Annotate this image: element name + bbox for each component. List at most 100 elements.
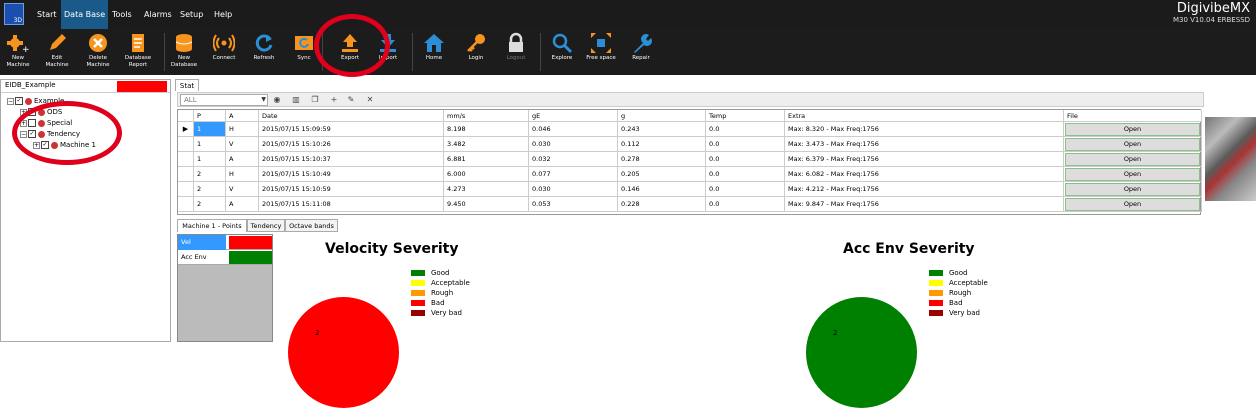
table-cell[interactable]: 0.077: [529, 167, 618, 182]
table-cell[interactable]: 9.450: [444, 197, 529, 212]
menu-start[interactable]: Start: [34, 0, 60, 29]
close-icon[interactable]: ✕: [365, 95, 375, 105]
table-cell[interactable]: 2015/07/15 15:10:59: [259, 182, 444, 197]
table-cell[interactable]: 8.198: [444, 122, 529, 137]
table-row[interactable]: ▶ 1 H 2015/07/15 15:09:59 8.198 0.046 0.243 0.0…: [178, 122, 1202, 137]
table-cell[interactable]: 2: [194, 197, 226, 212]
table-cell[interactable]: 0.228: [618, 197, 706, 212]
open-file-button[interactable]: Open: [1065, 138, 1200, 151]
table-cell[interactable]: V: [226, 137, 259, 152]
view-icon[interactable]: ◉: [272, 95, 282, 105]
refresh-button[interactable]: Refresh: [248, 29, 280, 75]
column-header[interactable]: g: [618, 110, 706, 122]
table-row[interactable]: 2 H 2015/07/15 15:10:49 6.000 0.077 0.205 0.0 M…: [178, 167, 1202, 182]
table-cell[interactable]: 0.112: [618, 137, 706, 152]
menu-tools[interactable]: Tools: [109, 0, 135, 29]
list-item-vel[interactable]: Vel: [178, 235, 272, 250]
table-cell[interactable]: 0.205: [618, 167, 706, 182]
table-cell[interactable]: 2015/07/15 15:11:08: [259, 197, 444, 212]
new-machine-button[interactable]: + New Machine: [2, 29, 34, 75]
table-cell[interactable]: 0.0: [706, 152, 785, 167]
add-icon[interactable]: +: [329, 95, 339, 105]
chart-icon[interactable]: ▥: [291, 95, 301, 105]
login-button[interactable]: Login: [460, 29, 492, 75]
table-cell[interactable]: 6.000: [444, 167, 529, 182]
table-cell[interactable]: 0.0: [706, 137, 785, 152]
repair-button[interactable]: Repair: [625, 29, 657, 75]
row-selector[interactable]: [178, 197, 194, 212]
row-selector[interactable]: [178, 152, 194, 167]
table-cell[interactable]: 2015/07/15 15:10:37: [259, 152, 444, 167]
table-cell[interactable]: 0.030: [529, 182, 618, 197]
explore-button[interactable]: Explore: [546, 29, 578, 75]
table-cell[interactable]: 0.0: [706, 122, 785, 137]
table-cell[interactable]: 0.278: [618, 152, 706, 167]
table-cell[interactable]: 0.146: [618, 182, 706, 197]
row-selector[interactable]: [178, 167, 194, 182]
table-cell[interactable]: A: [226, 197, 259, 212]
column-header[interactable]: mm/s: [444, 110, 529, 122]
table-cell[interactable]: Max: 6.082 - Max Freq:1756: [785, 167, 1064, 182]
table-cell[interactable]: A: [226, 152, 259, 167]
current-row-indicator[interactable]: ▶: [178, 122, 194, 137]
open-file-button[interactable]: Open: [1065, 168, 1200, 181]
collapse-icon[interactable]: −: [7, 97, 14, 105]
column-header[interactable]: Temp: [706, 110, 785, 122]
new-database-button[interactable]: New Database: [168, 29, 200, 75]
table-cell[interactable]: 0.053: [529, 197, 618, 212]
table-cell[interactable]: Max: 9.847 - Max Freq:1756: [785, 197, 1064, 212]
table-row[interactable]: 1 V 2015/07/15 15:10:26 3.482 0.030 0.112 0.0 M…: [178, 137, 1202, 152]
column-header[interactable]: gE: [529, 110, 618, 122]
list-item-acc-env[interactable]: Acc Env: [178, 250, 272, 265]
menu-help[interactable]: Help: [211, 0, 235, 29]
tab-octave-bands[interactable]: Octave bands: [285, 219, 338, 232]
table-cell[interactable]: Max: 3.473 - Max Freq:1756: [785, 137, 1064, 152]
table-cell[interactable]: 4.273: [444, 182, 529, 197]
table-row[interactable]: 1 A 2015/07/15 15:10:37 6.881 0.032 0.278 0.0 M…: [178, 152, 1202, 167]
home-button[interactable]: Home: [418, 29, 450, 75]
table-cell[interactable]: 2015/07/15 15:09:59: [259, 122, 444, 137]
column-header[interactable]: File: [1064, 110, 1202, 122]
open-file-button[interactable]: Open: [1065, 123, 1200, 136]
free-space-button[interactable]: Free space: [584, 29, 618, 75]
connect-button[interactable]: Connect: [208, 29, 240, 75]
table-cell[interactable]: V: [226, 182, 259, 197]
table-cell[interactable]: 6.881: [444, 152, 529, 167]
menu-alarms[interactable]: Alarms: [141, 0, 175, 29]
edit-machine-button[interactable]: Edit Machine: [42, 29, 72, 75]
table-cell[interactable]: 3.482: [444, 137, 529, 152]
table-cell[interactable]: 1: [194, 137, 226, 152]
open-file-button[interactable]: Open: [1065, 153, 1200, 166]
database-report-button[interactable]: Database Report: [120, 29, 156, 75]
table-cell[interactable]: 2: [194, 182, 226, 197]
edit-row-icon[interactable]: ✎: [346, 95, 356, 105]
tab-stat[interactable]: Stat: [175, 79, 199, 91]
table-cell[interactable]: 1: [194, 152, 226, 167]
open-file-button[interactable]: Open: [1065, 183, 1200, 196]
table-row[interactable]: 2 V 2015/07/15 15:10:59 4.273 0.030 0.146 0.0 M…: [178, 182, 1202, 197]
column-header[interactable]: Date: [259, 110, 444, 122]
table-cell[interactable]: 2: [194, 167, 226, 182]
table-cell[interactable]: 0.0: [706, 182, 785, 197]
table-cell[interactable]: 2015/07/15 15:10:49: [259, 167, 444, 182]
table-cell[interactable]: 1: [194, 122, 226, 137]
table-cell[interactable]: 0.046: [529, 122, 618, 137]
copy-icon[interactable]: ❐: [310, 95, 320, 105]
table-cell[interactable]: 2015/07/15 15:10:26: [259, 137, 444, 152]
column-header[interactable]: P: [194, 110, 226, 122]
tab-tendency[interactable]: Tendency: [247, 219, 285, 232]
open-file-button[interactable]: Open: [1065, 198, 1200, 211]
table-cell[interactable]: Max: 8.320 - Max Freq:1756: [785, 122, 1064, 137]
table-row[interactable]: 2 A 2015/07/15 15:11:08 9.450 0.053 0.228 0.0 M…: [178, 197, 1202, 212]
table-cell[interactable]: 0.243: [618, 122, 706, 137]
checkbox-checked[interactable]: ✓: [15, 97, 23, 105]
table-cell[interactable]: 0.0: [706, 167, 785, 182]
table-cell[interactable]: H: [226, 122, 259, 137]
table-cell[interactable]: Max: 6.379 - Max Freq:1756: [785, 152, 1064, 167]
column-header[interactable]: Extra: [785, 110, 1064, 122]
table-cell[interactable]: 0.030: [529, 137, 618, 152]
filter-select[interactable]: ALL ▼: [180, 94, 268, 106]
tab-machine-points[interactable]: Machine 1 - Points: [177, 219, 247, 232]
table-cell[interactable]: 0.0: [706, 197, 785, 212]
table-cell[interactable]: 0.032: [529, 152, 618, 167]
